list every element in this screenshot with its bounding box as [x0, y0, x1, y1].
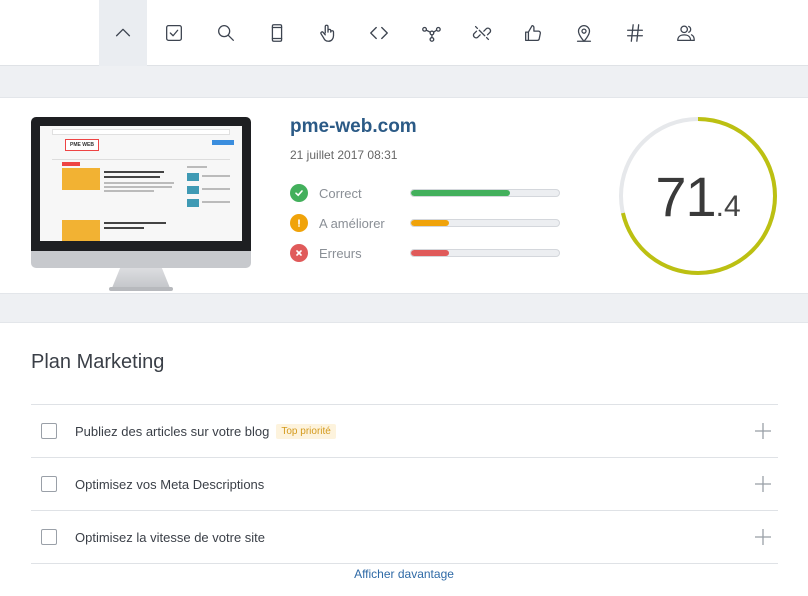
- toolbar-mobile-button[interactable]: [253, 0, 301, 66]
- mobile-icon: [271, 24, 283, 42]
- score-integer: 71: [655, 165, 716, 228]
- marketing-plan-card: Plan Marketing Publiez des articles sur …: [0, 322, 808, 596]
- thumbnail-text-line: [202, 188, 230, 190]
- task-checkbox[interactable]: [41, 529, 57, 545]
- search-icon: [218, 25, 234, 41]
- audit-summary-card: PME WEB pme-web.com 21 juillet 2017 08:3…: [0, 97, 808, 294]
- users-icon: [677, 25, 695, 41]
- monitor-chin: [31, 251, 251, 268]
- task-row[interactable]: Optimisez la vitesse de votre site: [31, 510, 778, 563]
- thumbnail-text-line: [104, 190, 154, 192]
- stat-label: A améliorer: [319, 215, 385, 231]
- toolbar-usability-button[interactable]: [304, 0, 352, 66]
- stat-progress-fill: [411, 220, 450, 226]
- task-label: Optimisez la vitesse de votre site: [75, 529, 266, 545]
- warning-icon: [290, 214, 308, 232]
- stat-row-correct: Correct: [290, 182, 570, 204]
- top-toolbar: [0, 0, 808, 66]
- audit-date: 21 juillet 2017 08:31: [290, 148, 398, 162]
- check-icon: [290, 184, 308, 202]
- toolbar-network-button[interactable]: [407, 0, 455, 66]
- plan-title: Plan Marketing: [31, 351, 165, 373]
- toolbar-links-button[interactable]: [458, 0, 506, 66]
- task-label: Optimisez vos Meta Descriptions: [75, 476, 265, 492]
- thumbnail-text-line: [104, 171, 164, 173]
- network-icon: [422, 26, 441, 42]
- divider: [31, 563, 778, 564]
- thumbnail-article-image: [62, 220, 100, 241]
- task-checkbox[interactable]: [41, 423, 57, 439]
- thumbnail-text-line: [104, 227, 144, 229]
- expand-button[interactable]: [754, 422, 772, 440]
- stat-progress-fill: [411, 190, 511, 196]
- thumbnail-text-line: [104, 222, 166, 224]
- thumbnail-article-image: [62, 168, 100, 190]
- plus-icon: [755, 423, 771, 439]
- stat-progress-fill: [411, 250, 450, 256]
- thumbnail-logo: PME WEB: [65, 139, 99, 151]
- task-row[interactable]: Publiez des articles sur votre blog Top …: [31, 404, 778, 457]
- priority-badge: Top priorité: [276, 423, 336, 439]
- toolbar-social-button[interactable]: [509, 0, 557, 66]
- site-thumbnail-monitor: PME WEB: [31, 117, 251, 293]
- thumbnail-text-line: [104, 176, 160, 178]
- location-pin-icon: [576, 25, 592, 42]
- stat-label: Correct: [319, 185, 362, 201]
- toolbar-overview-button[interactable]: [99, 0, 147, 66]
- plus-icon: [755, 529, 771, 545]
- code-icon: [370, 26, 388, 40]
- thumbs-up-icon: [525, 25, 541, 41]
- toolbar-local-button[interactable]: [560, 0, 608, 66]
- stat-label: Erreurs: [319, 245, 362, 261]
- monitor-base: [109, 287, 173, 291]
- toolbar-search-button[interactable]: [202, 0, 250, 66]
- thumbnail-text-line: [202, 175, 230, 177]
- score-gauge: 71.4: [618, 116, 778, 276]
- chevron-up-icon: [115, 28, 131, 37]
- thumbnail-nav: [52, 129, 230, 135]
- pointer-hand-icon: [320, 24, 335, 42]
- toolbar-code-button[interactable]: [355, 0, 403, 66]
- plus-icon: [755, 476, 771, 492]
- task-row[interactable]: Optimisez vos Meta Descriptions: [31, 457, 778, 510]
- toolbar-checklist-button[interactable]: [150, 0, 198, 66]
- stat-progress-bar: [410, 189, 560, 197]
- score-decimal: .4: [715, 190, 741, 223]
- toolbar-competitors-button[interactable]: [662, 0, 710, 66]
- show-more-link[interactable]: Afficher davantage: [0, 567, 808, 581]
- thumbnail-menu: [52, 156, 230, 160]
- expand-button[interactable]: [754, 475, 772, 493]
- link-broken-icon: [472, 25, 492, 41]
- task-label: Publiez des articles sur votre blog: [75, 423, 270, 439]
- hashtag-icon: [627, 24, 643, 42]
- thumbnail-side-image: [187, 186, 199, 194]
- stat-row-errors: Erreurs: [290, 242, 570, 264]
- checkbox-icon: [166, 25, 182, 41]
- thumbnail-text-line: [104, 186, 172, 188]
- error-icon: [290, 244, 308, 262]
- site-name: pme-web.com: [290, 116, 417, 137]
- thumbnail-side-image: [187, 199, 199, 207]
- monitor-stand: [112, 268, 170, 288]
- stat-progress-bar: [410, 249, 560, 257]
- thumbnail-text-line: [202, 201, 230, 203]
- thumbnail-side-image: [187, 173, 199, 181]
- task-checkbox[interactable]: [41, 476, 57, 492]
- stat-progress-bar: [410, 219, 560, 227]
- thumbnail-text-line: [104, 182, 174, 184]
- monitor-bezel: PME WEB: [31, 117, 251, 251]
- thumbnail-tag: [62, 162, 80, 166]
- thumbnail-social-icons: [212, 140, 234, 145]
- score-value: 71.4: [618, 116, 778, 276]
- stat-row-warning: A améliorer: [290, 212, 570, 234]
- thumbnail-text-line: [187, 166, 207, 168]
- expand-button[interactable]: [754, 528, 772, 546]
- site-screenshot: PME WEB: [40, 126, 242, 241]
- toolbar-keywords-button[interactable]: [611, 0, 659, 66]
